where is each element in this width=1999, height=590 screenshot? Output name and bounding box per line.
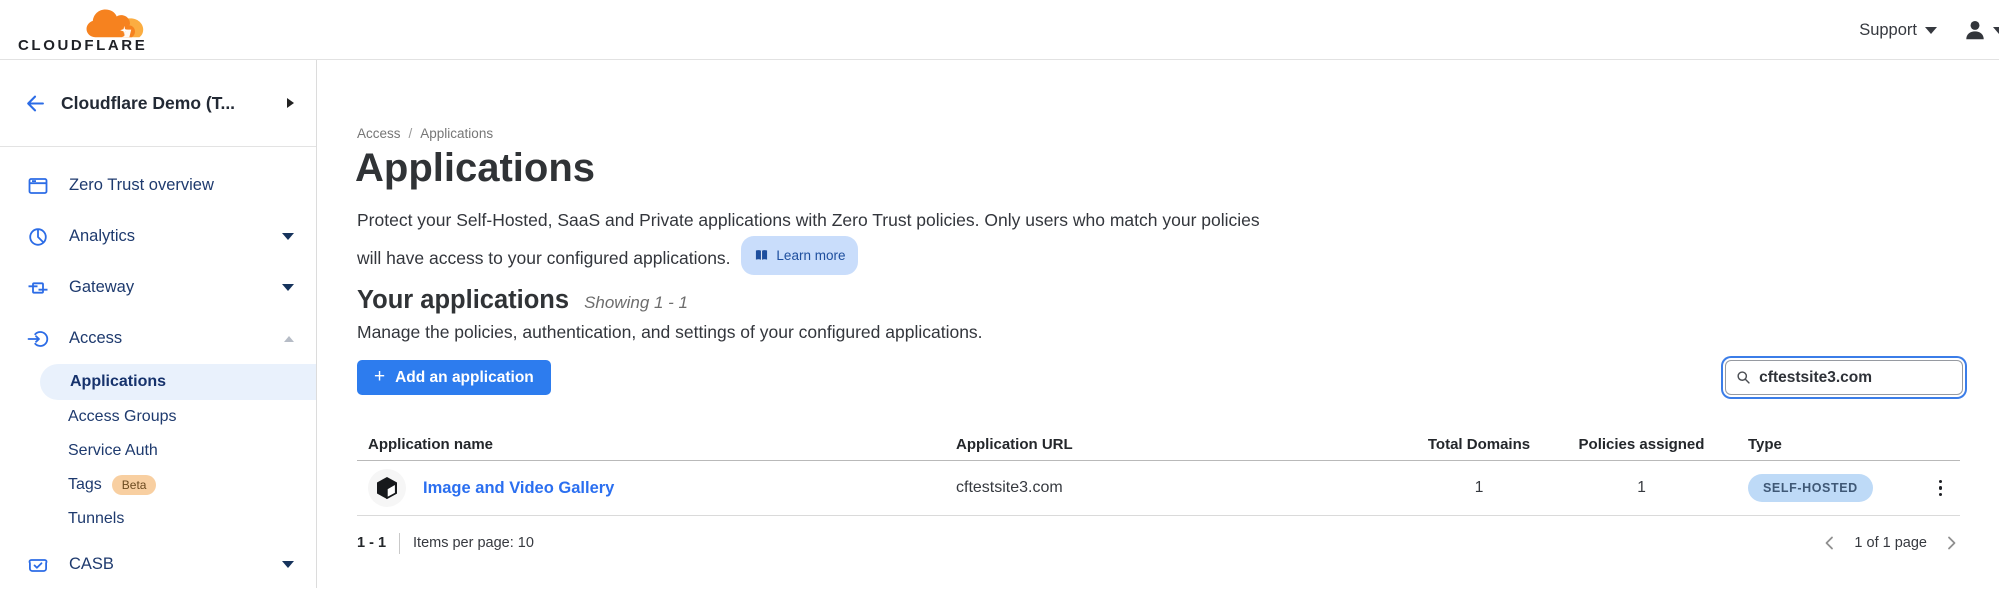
list-controls: + Add an application — [357, 360, 1963, 396]
sidebar-item-label: CASB — [69, 555, 114, 574]
beta-badge: Beta — [112, 475, 157, 495]
sidebar: Cloudflare Demo (T... Zero Trust overvie… — [0, 60, 317, 588]
cloudflare-cloud-icon — [86, 7, 150, 41]
table-header-row: Application name Application URL Total D… — [357, 428, 1960, 461]
chevron-down-icon — [1993, 27, 1999, 34]
items-range: 1 - 1 — [357, 535, 386, 551]
overview-icon — [27, 175, 49, 197]
account-header: Cloudflare Demo (T... — [0, 60, 316, 147]
search-icon — [1736, 369, 1751, 386]
sidebar-item-analytics[interactable]: Analytics — [0, 211, 316, 262]
footer-divider — [399, 533, 400, 554]
sidebar-subitem-label: Tunnels — [68, 510, 124, 528]
table-footer: 1 - 1 Items per page: 10 1 of 1 page — [357, 528, 1960, 558]
policies-assigned-value: 1 — [1559, 479, 1724, 497]
breadcrumb-separator: / — [409, 126, 413, 141]
book-icon — [754, 249, 769, 262]
sidebar-item-zero-trust-overview[interactable]: Zero Trust overview — [0, 160, 316, 211]
breadcrumb: Access / Applications — [357, 126, 493, 141]
support-menu[interactable]: Support — [1859, 21, 1937, 40]
sidebar-item-access[interactable]: Access — [0, 313, 316, 364]
pagination: 1 of 1 page — [1821, 534, 1960, 552]
chevron-up-icon[interactable] — [284, 336, 294, 342]
main-content: Access / Applications Applications Prote… — [317, 60, 1999, 588]
page-title: Applications — [355, 146, 595, 191]
sidebar-item-casb[interactable]: CASB — [0, 539, 316, 590]
page-status: 1 of 1 page — [1854, 535, 1927, 551]
section-title: Your applications — [357, 286, 569, 315]
total-domains-value: 1 — [1399, 479, 1559, 497]
showing-count: Showing 1 - 1 — [584, 293, 688, 315]
cloudflare-logo[interactable]: CLOUDFLARE — [18, 6, 150, 56]
items-per-page[interactable]: Items per page: 10 — [413, 535, 534, 551]
sidebar-item-label: Analytics — [69, 227, 135, 246]
app-cube-icon — [368, 469, 406, 507]
applications-table: Application name Application URL Total D… — [357, 428, 1960, 516]
expand-right-icon[interactable] — [287, 98, 294, 108]
sidebar-subitem-label: Applications — [70, 373, 166, 391]
table-row: Image and Video Gallery cftestsite3.com … — [357, 461, 1960, 516]
learn-more-badge[interactable]: Learn more — [741, 236, 858, 275]
search-box — [1725, 360, 1963, 395]
sidebar-subitem-label: Service Auth — [68, 442, 158, 460]
column-total-domains: Total Domains — [1399, 436, 1559, 453]
sidebar-item-service-auth[interactable]: Service Auth — [0, 434, 316, 468]
sidebar-item-tunnels[interactable]: Tunnels — [0, 502, 316, 536]
analytics-icon — [27, 226, 49, 248]
sidebar-item-gateway[interactable]: Gateway — [0, 262, 316, 313]
column-application-name: Application name — [357, 436, 956, 453]
account-name[interactable]: Cloudflare Demo (T... — [61, 93, 235, 114]
row-actions-kebab-icon[interactable] — [1935, 476, 1947, 501]
add-application-label: Add an application — [395, 369, 534, 387]
learn-more-label: Learn more — [776, 240, 845, 271]
chevron-down-icon — [1925, 27, 1937, 34]
page-description: Protect your Self-Hosted, SaaS and Priva… — [357, 205, 1269, 275]
access-icon — [27, 328, 49, 350]
top-bar: CLOUDFLARE Support — [0, 0, 1999, 60]
topbar-actions: Support — [1859, 0, 1999, 60]
gateway-icon — [27, 277, 49, 299]
sidebar-item-label: Gateway — [69, 278, 134, 297]
sidebar-subitem-label: Tags — [68, 476, 102, 494]
search-input[interactable] — [1759, 369, 1952, 387]
type-badge: SELF-HOSTED — [1748, 474, 1873, 502]
user-icon — [1963, 18, 1987, 42]
casb-icon — [27, 554, 49, 576]
column-type: Type — [1724, 436, 1904, 453]
chevron-down-icon[interactable] — [282, 284, 294, 291]
previous-page-icon[interactable] — [1821, 534, 1839, 552]
sidebar-item-access-groups[interactable]: Access Groups — [0, 400, 316, 434]
sidebar-item-tags[interactable]: Tags Beta — [0, 468, 316, 502]
column-application-url: Application URL — [956, 436, 1399, 453]
user-menu[interactable] — [1963, 18, 1999, 42]
next-page-icon[interactable] — [1942, 534, 1960, 552]
chevron-down-icon[interactable] — [282, 561, 294, 568]
sidebar-item-label: Zero Trust overview — [69, 176, 214, 195]
sidebar-subitem-label: Access Groups — [68, 408, 176, 426]
section-header: Your applications Showing 1 - 1 — [357, 286, 688, 315]
breadcrumb-applications: Applications — [420, 126, 493, 141]
plus-icon: + — [374, 367, 385, 386]
back-arrow-icon[interactable] — [24, 93, 45, 114]
add-application-button[interactable]: + Add an application — [357, 360, 551, 395]
sidebar-item-label: Access — [69, 329, 122, 348]
application-url-value: cftestsite3.com — [956, 479, 1399, 497]
breadcrumb-access[interactable]: Access — [357, 126, 401, 141]
support-label: Support — [1859, 21, 1917, 40]
application-name-link[interactable]: Image and Video Gallery — [423, 479, 614, 498]
sidebar-nav: Zero Trust overview Analytics Gateway A — [0, 147, 316, 590]
sidebar-item-applications[interactable]: Applications — [40, 364, 316, 400]
section-description: Manage the policies, authentication, and… — [357, 322, 983, 343]
cloudflare-wordmark: CLOUDFLARE — [18, 37, 147, 54]
column-policies-assigned: Policies assigned — [1559, 436, 1724, 453]
chevron-down-icon[interactable] — [282, 233, 294, 240]
